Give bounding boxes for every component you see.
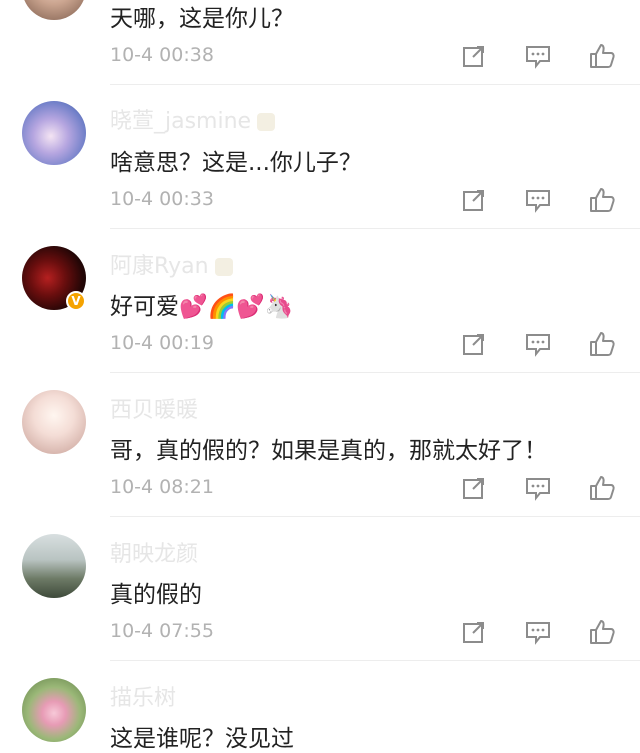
reply-button[interactable] [524, 186, 552, 214]
comment-text: 这是谁呢？没见过 [110, 726, 294, 752]
share-icon [463, 190, 484, 211]
like-button[interactable] [588, 330, 616, 358]
reply-button[interactable] [524, 330, 552, 358]
comment-icon [526, 478, 550, 501]
like-button[interactable] [588, 618, 616, 646]
comment-time: 10-4 00:38 [110, 44, 214, 66]
thumbs-up-icon [590, 332, 615, 356]
divider [110, 84, 640, 85]
comment-time: 10-4 08:21 [110, 476, 214, 498]
username[interactable]: 描乐树 [110, 680, 176, 712]
avatar[interactable] [22, 390, 86, 454]
share-button[interactable] [460, 42, 488, 70]
comment-time: 10-4 00:19 [110, 332, 214, 354]
comment-text: 天哪，这是你儿？ [110, 6, 294, 32]
avatar[interactable] [22, 534, 86, 598]
comment-icon [526, 46, 550, 69]
reply-button[interactable] [524, 474, 552, 502]
username[interactable]: 西贝暖暖 [110, 392, 198, 424]
avatar[interactable] [22, 678, 86, 742]
comment-icon [526, 334, 550, 357]
share-button[interactable] [460, 474, 488, 502]
share-button[interactable] [460, 186, 488, 214]
reply-button[interactable] [524, 618, 552, 646]
reply-button[interactable] [524, 42, 552, 70]
share-button[interactable] [460, 330, 488, 358]
avatar[interactable] [22, 101, 86, 165]
thumbs-up-icon [590, 44, 615, 68]
thumbs-up-icon [590, 188, 615, 212]
username[interactable]: 晓萱_jasmine [110, 103, 276, 135]
thumbs-up-icon [590, 620, 615, 644]
share-icon [463, 46, 484, 67]
divider [110, 228, 640, 229]
avatar[interactable] [22, 0, 86, 20]
like-button[interactable] [588, 186, 616, 214]
like-button[interactable] [588, 474, 616, 502]
comment-text: 好可爱💕🌈💕🦄 [110, 294, 294, 320]
comment-text: 哥，真的假的？如果是真的，那就太好了！ [110, 438, 547, 464]
username[interactable]: 朝映龙颜 [110, 536, 198, 568]
level-icon [257, 113, 276, 131]
comment-time: 10-4 07:55 [110, 620, 214, 642]
comment-icon [526, 190, 550, 213]
divider [110, 660, 640, 661]
verified-badge: V [66, 291, 86, 311]
share-icon [463, 334, 484, 355]
comment-text: 真的假的 [110, 582, 202, 608]
divider [110, 516, 640, 517]
comment-icon [526, 622, 550, 645]
comment-text: 啥意思？这是...你儿子？ [110, 150, 362, 176]
divider [110, 372, 640, 373]
username[interactable]: 阿康Ryan [110, 248, 233, 280]
share-icon [463, 622, 484, 643]
like-button[interactable] [588, 42, 616, 70]
thumbs-up-icon [590, 476, 615, 500]
level-icon [214, 258, 233, 276]
share-icon [463, 478, 484, 499]
comment-time: 10-4 00:33 [110, 188, 214, 210]
share-button[interactable] [460, 618, 488, 646]
